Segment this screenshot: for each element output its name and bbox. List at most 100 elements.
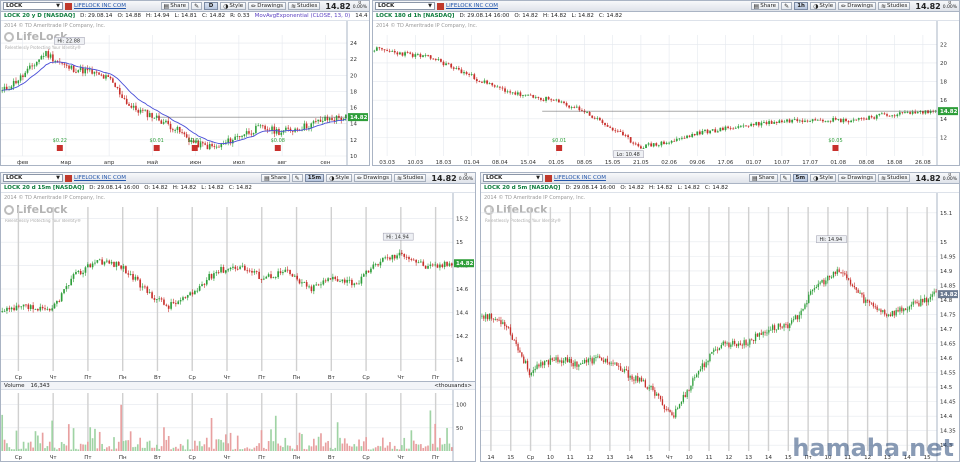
y-tick-label: 14.6 [940, 356, 953, 362]
candle-body [697, 370, 700, 375]
volume-bar [203, 444, 206, 451]
pane-toolbar: LOCK ▼ LIFELOCK INC COM ▤ Share ✎ 1h ◑ Styl… [373, 1, 959, 12]
x-tick-label: июн [190, 160, 202, 166]
studies-button[interactable]: ≋ Studies [393, 174, 427, 182]
info-high: H: 14.82 [648, 185, 673, 191]
candle-body [220, 266, 222, 273]
company-link[interactable]: LIFELOCK INC COM [74, 175, 126, 181]
drawings-button[interactable]: ✏ Drawings [838, 2, 876, 10]
candle-body [160, 298, 163, 300]
study-label[interactable]: MovAvgExponential (CLOSE, 13, 0) [255, 13, 351, 19]
timeframe-button[interactable]: 5m [792, 174, 809, 182]
volume-bar [39, 443, 42, 451]
studies-button[interactable]: ≋ Studies [287, 2, 321, 10]
candle-body [645, 144, 647, 149]
company-link[interactable]: LIFELOCK INC COM [446, 3, 498, 9]
style-button[interactable]: ◑ Style [326, 174, 353, 182]
studies-button[interactable]: ≋ Studies [877, 2, 911, 10]
candle-body [829, 120, 832, 122]
chart-pane-daily[interactable]: LOCK ▼ LIFELOCK INC COM ▤ Share ✎ D ◑ Style… [0, 0, 370, 166]
y-tick-label: 16 [940, 98, 947, 104]
volume-bar [82, 444, 84, 451]
studies-icon: ≋ [396, 174, 402, 182]
price-chart[interactable]: 15.21514.814.614.414.214СрЧтПтПнВтСрЧтПт… [1, 193, 475, 381]
candle-body [785, 324, 787, 325]
chart-pane-hourly[interactable]: LOCK ▼ LIFELOCK INC COM ▤ Share ✎ 1h ◑ Styl… [372, 0, 960, 166]
candle-body [870, 116, 873, 118]
price-chart[interactable]: 22 20 18 16 14 12 03.03 10.03 18.03 01.04 08.04 15.… [373, 21, 959, 166]
candle-body [732, 340, 734, 345]
candle-body [20, 306, 23, 308]
candle-body [339, 281, 341, 283]
timeframe-button[interactable]: 1h [794, 2, 809, 10]
price-chart[interactable]: 15.1 15 14.95 14.9 14.85 14.8 14.75 14.7 14.65 14… [481, 193, 959, 461]
candle-body [844, 273, 846, 275]
drawings-button[interactable]: ✏ Drawings [354, 174, 392, 182]
x-tick-label: 18.08 [887, 160, 903, 166]
candle-body [783, 121, 786, 123]
drawings-button[interactable]: ✏ Drawings [248, 2, 286, 10]
info-low: L: 14.81 [174, 13, 197, 19]
chart-pane-5m[interactable]: LOCK ▼ LIFELOCK INC COM ▤ Share ✎ 5m ◑ Styl… [480, 172, 960, 462]
candle-body [129, 273, 132, 275]
studies-button[interactable]: ≋ Studies [877, 174, 911, 182]
price-chart[interactable]: 24 22 20 18 16 14 12 10 фев мар апр май июн июл авг сен… [1, 21, 369, 166]
candle-body [42, 56, 45, 57]
timeframe-button[interactable]: 15m [304, 174, 325, 182]
candle-body [916, 301, 918, 303]
style-button[interactable]: ◑ Style [810, 174, 837, 182]
candle-body [93, 71, 96, 74]
candle-body [931, 294, 933, 297]
candle-body [706, 129, 709, 134]
settings-button[interactable]: ✎ [291, 174, 303, 182]
candle-body [908, 306, 911, 310]
x-tick-label: Ср [362, 455, 370, 461]
company-link[interactable]: LIFELOCK INC COM [74, 3, 126, 9]
volume-bar [332, 449, 334, 451]
symbol-selector[interactable]: LOCK ▼ [3, 2, 63, 10]
candle-body [155, 299, 158, 300]
volume-bar [346, 443, 348, 451]
volume-chart[interactable]: 100 50 Ср Чт Пт Пн Вт Ср Чт Пт Пн Вт Ср Чт Пт [1, 390, 475, 461]
candle-body [834, 118, 837, 120]
volume-bar [393, 445, 396, 451]
candle-body [806, 120, 809, 122]
share-button[interactable]: ▤ Share [160, 2, 190, 10]
candle-body [680, 401, 683, 405]
share-button[interactable]: ▤ Share [261, 174, 290, 182]
chart-pane-15m[interactable]: LOCK ▼ LIFELOCK INC COM ▤ Share ✎ 15m ◑ Sty… [0, 172, 476, 462]
dividend-label: $0.01 [552, 138, 566, 144]
timeframe-button[interactable]: D [204, 2, 219, 10]
style-button[interactable]: ◑ Style [220, 2, 247, 10]
candle-body [734, 127, 737, 129]
share-button[interactable]: ▤ Share [750, 2, 780, 10]
candle-body [41, 306, 44, 309]
volume-bar [298, 432, 301, 451]
volume-bar [401, 445, 403, 451]
settings-button[interactable]: ✎ [779, 174, 791, 182]
symbol-selector[interactable]: LOCK ▼ [3, 174, 63, 182]
style-button[interactable]: ◑ Style [810, 2, 837, 10]
drawings-label: Drawings [257, 3, 283, 9]
symbol-selector[interactable]: LOCK ▼ [483, 174, 543, 182]
settings-button[interactable]: ✎ [191, 2, 203, 10]
candle-body [517, 343, 519, 351]
settings-button[interactable]: ✎ [781, 2, 793, 10]
company-link[interactable]: LIFELOCK INC COM [554, 175, 606, 181]
x-tick-label: 08.04 [492, 160, 508, 166]
candle-body [98, 72, 100, 75]
share-button[interactable]: ▤ Share [748, 174, 778, 182]
drawings-button[interactable]: ✏ Drawings [838, 174, 876, 182]
y-tick-label: 14.5 [940, 385, 953, 391]
candle-body [203, 284, 206, 285]
candle-body [669, 409, 671, 413]
symbol-selector[interactable]: LOCK ▼ [375, 2, 435, 10]
candle-body [792, 319, 795, 321]
candle-body [492, 318, 495, 320]
share-label: Share [170, 3, 187, 9]
volume-bar [132, 447, 134, 451]
candle-body [786, 119, 788, 122]
candle-body [737, 343, 740, 347]
candle-body [504, 322, 506, 327]
x-tick-label: 12 [725, 455, 732, 461]
